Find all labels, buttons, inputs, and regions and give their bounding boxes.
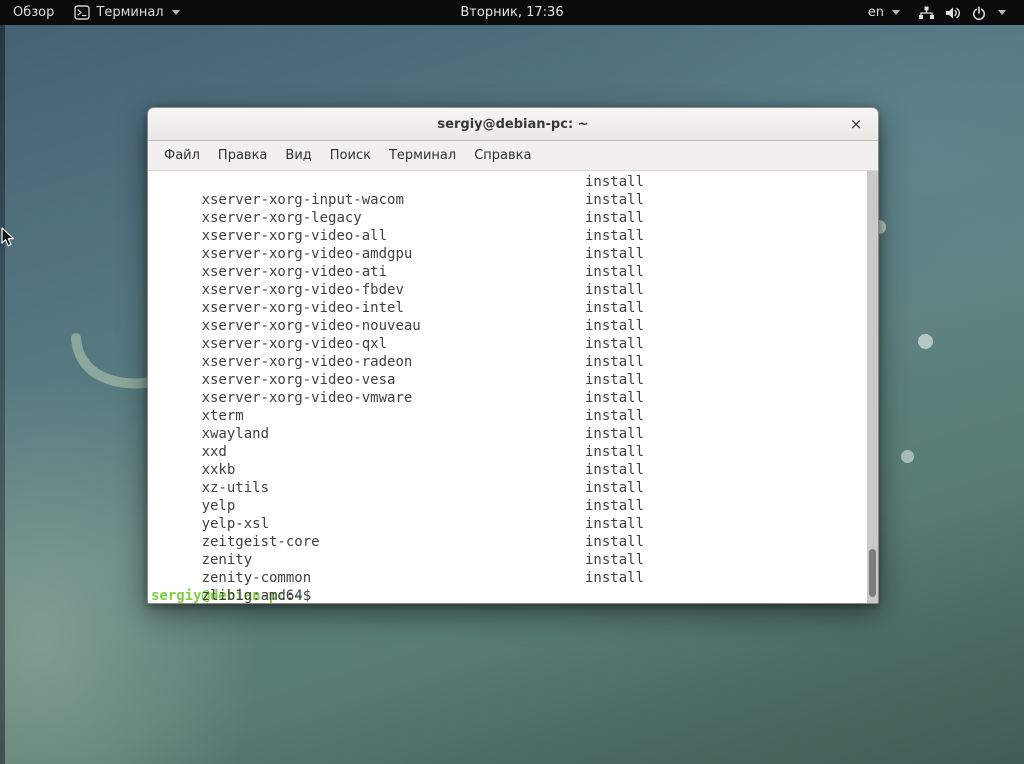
package-row: xwayland install [151,407,864,425]
scrollbar-thumb[interactable] [869,549,876,597]
chevron-down-icon [998,10,1006,15]
activities-label: Обзор [13,5,54,20]
package-name: zlib1g:amd64 [202,588,303,603]
package-status: install [585,389,644,407]
package-row: xserver-xorg-video-fbdev install [151,263,864,281]
package-row: xserver-xorg-video-vmware install [151,371,864,389]
package-status: install [585,551,644,569]
system-status-area[interactable] [910,0,1014,25]
package-status: install [585,263,644,281]
package-status: install [585,425,644,443]
package-status: install [585,173,644,191]
package-status: install [585,335,644,353]
package-status: install [585,443,644,461]
package-status: install [585,227,644,245]
menubar: Файл Правка Вид Поиск Терминал Справка [148,141,878,171]
package-status: install [585,281,644,299]
package-row: zlib1g:amd64 install [151,569,864,587]
volume-icon [944,5,962,21]
terminal-icon [74,5,90,20]
menu-file[interactable]: Файл [155,143,209,168]
package-status: install [585,461,644,479]
menu-terminal[interactable]: Терминал [380,143,465,168]
package-row: yelp-xsl install [151,497,864,515]
package-status: install [585,479,644,497]
terminal-output[interactable]: xserver-xorg-input-wacom install xserver… [148,171,878,603]
keyboard-layout-label: en [868,5,884,20]
package-row: xserver-xorg-video-intel install [151,281,864,299]
package-status: install [585,371,644,389]
package-row: xserver-xorg-legacy install [151,191,864,209]
prompt-symbol: $ [303,588,320,603]
menu-view[interactable]: Вид [276,143,320,168]
package-status: install [585,299,644,317]
package-row: xserver-xorg-video-vesa install [151,353,864,371]
package-row: xterm install [151,389,864,407]
package-status: install [585,317,644,335]
screen-left-edge [0,25,5,764]
menu-search[interactable]: Поиск [321,143,380,168]
window-title: sergiy@debian-pc: ~ [437,117,588,132]
package-status: install [585,407,644,425]
gnome-top-bar: Обзор Терминал Вторник, 17:36 en [0,0,1024,25]
package-status: install [585,353,644,371]
keyboard-layout-button[interactable]: en [862,0,906,25]
package-row: xxd install [151,425,864,443]
package-row: zenity install [151,533,864,551]
package-status: install [585,497,644,515]
clock-button[interactable]: Вторник, 17:36 [460,5,563,20]
package-row: yelp install [151,479,864,497]
package-row: xserver-xorg-video-qxl install [151,317,864,335]
app-menu-label: Терминал [96,5,163,20]
wallpaper-dot [918,334,933,349]
package-status: install [585,209,644,227]
package-row: xserver-xorg-video-amdgpu install [151,227,864,245]
package-status: install [585,245,644,263]
scrollbar[interactable] [867,171,878,603]
wired-network-icon [918,5,935,21]
package-row: xz-utils install [151,461,864,479]
package-row: xserver-xorg-video-ati install [151,245,864,263]
package-row: xserver-xorg-video-nouveau install [151,299,864,317]
app-menu-terminal[interactable]: Терминал [64,0,189,25]
power-icon [971,5,987,21]
close-button[interactable]: × [843,108,869,140]
activities-button[interactable]: Обзор [0,0,64,25]
package-row: xxkb install [151,443,864,461]
package-status: install [585,191,644,209]
menu-help[interactable]: Справка [465,143,540,168]
package-status: install [585,569,644,587]
chevron-down-icon [892,10,900,15]
mouse-cursor [1,227,15,248]
package-status: install [585,515,644,533]
package-row: zeitgeist-core install [151,515,864,533]
chevron-down-icon [172,10,180,15]
package-row: xserver-xorg-video-radeon install [151,335,864,353]
menu-edit[interactable]: Правка [209,143,276,168]
package-status: install [585,533,644,551]
titlebar[interactable]: sergiy@debian-pc: ~ × [148,108,878,141]
wallpaper-dot [901,450,914,463]
package-row: xserver-xorg-video-all install [151,209,864,227]
terminal-window: sergiy@debian-pc: ~ × Файл Правка Вид По… [147,107,879,604]
package-row: zenity-common install [151,551,864,569]
package-row: xserver-xorg-input-wacom install [151,173,864,191]
